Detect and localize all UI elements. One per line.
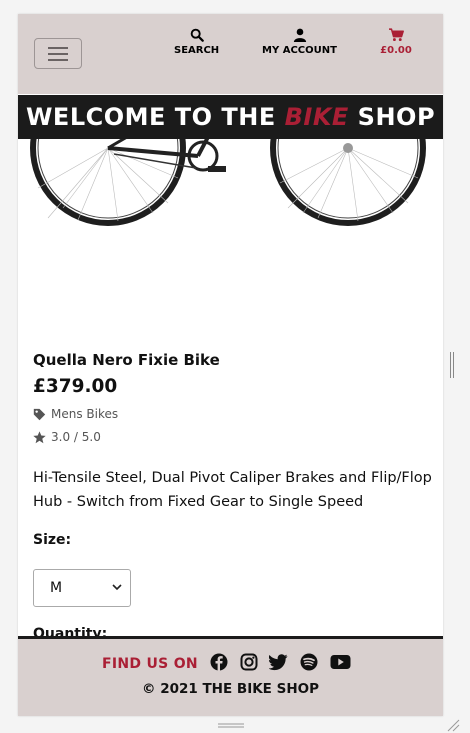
tag-icon [33, 408, 46, 420]
size-select[interactable]: M [33, 569, 131, 607]
menu-toggle-button[interactable] [34, 38, 82, 69]
find-us-label: FIND US ON [102, 656, 198, 672]
shopping-cart-icon [388, 28, 404, 41]
product-rating-value: 3.0 / 5.0 [51, 430, 101, 444]
spotify-icon[interactable] [300, 653, 318, 671]
size-label: Size: [33, 532, 72, 548]
hamburger-icon-bar [48, 53, 68, 55]
product-price: £379.00 [33, 376, 118, 397]
account-label: MY ACCOUNT [262, 45, 337, 56]
cart-total: £0.00 [380, 45, 412, 56]
page: SEARCH MY ACCOUNT £0.00 WELCOME TO THE B… [18, 14, 443, 716]
product-description: Hi-Tensile Steel, Dual Pivot Caliper Bra… [33, 470, 432, 510]
cart-link[interactable]: £0.00 [376, 28, 416, 56]
banner-prefix: WELCOME TO THE [25, 103, 285, 131]
product-category: Mens Bikes [51, 407, 119, 421]
account-link[interactable]: MY ACCOUNT [262, 28, 337, 56]
user-icon [293, 28, 306, 42]
scrollbar-handle[interactable] [450, 352, 454, 378]
footer: FIND US ON © 2021 THE BIKE SHOP [18, 636, 443, 716]
copyright-text: © 2021 THE BIKE SHOP [142, 681, 319, 697]
chevron-down-icon [112, 584, 122, 591]
banner-suffix: SHOP [348, 103, 436, 131]
product-name: Quella Nero Fixie Bike [33, 351, 220, 369]
resize-grip-icon[interactable] [218, 723, 244, 729]
youtube-icon[interactable] [330, 653, 351, 671]
welcome-banner: WELCOME TO THE BIKE SHOP [18, 95, 443, 139]
product-category-link[interactable]: Mens Bikes [33, 407, 118, 421]
hamburger-icon-bar [48, 59, 68, 61]
size-selected-value: M [50, 580, 63, 596]
product-rating: 3.0 / 5.0 [33, 430, 101, 444]
facebook-icon[interactable] [210, 653, 228, 671]
navbar: SEARCH MY ACCOUNT £0.00 [18, 14, 443, 94]
search-label: SEARCH [174, 45, 220, 56]
hamburger-icon-bar [48, 47, 68, 49]
banner-accent: BIKE [284, 103, 349, 131]
star-icon [33, 430, 46, 443]
twitter-icon[interactable] [269, 653, 288, 671]
search-icon [190, 28, 204, 42]
instagram-icon[interactable] [240, 653, 258, 671]
search-link[interactable]: SEARCH [174, 28, 219, 56]
resize-corner-icon[interactable] [446, 718, 460, 732]
